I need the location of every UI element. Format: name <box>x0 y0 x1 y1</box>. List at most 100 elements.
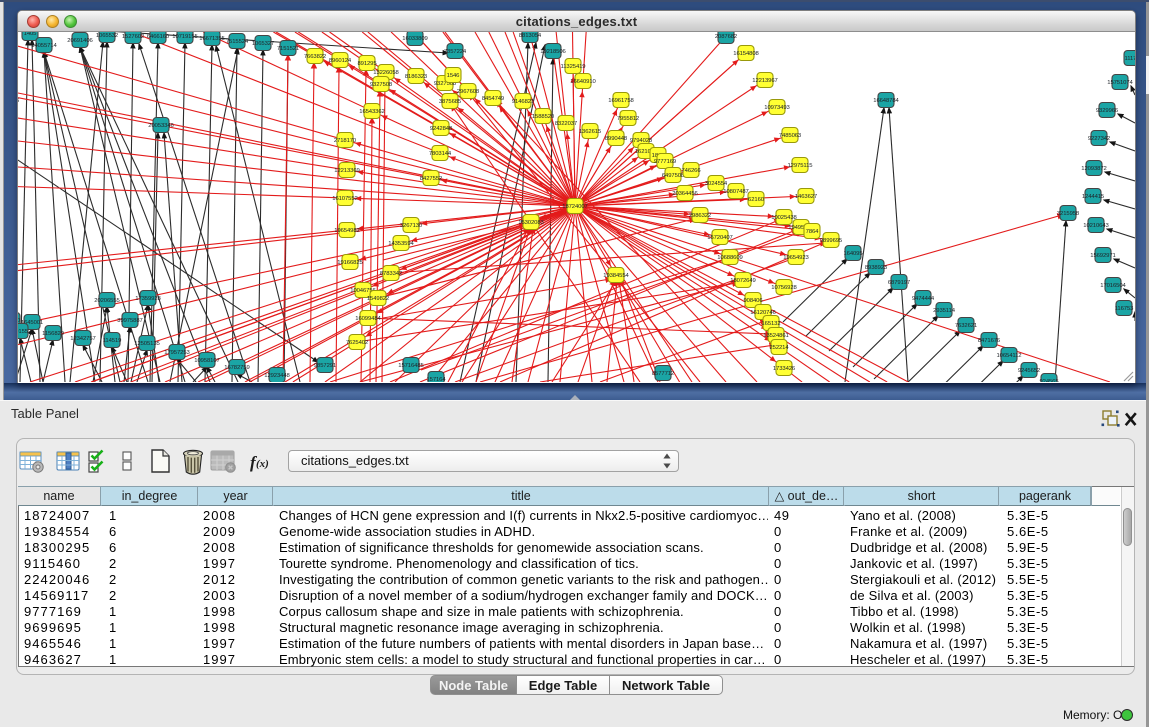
svg-text:7663822: 7663822 <box>304 54 326 60</box>
svg-text:15692971: 15692971 <box>1090 253 1115 259</box>
svg-text:9227342: 9227342 <box>1088 136 1110 142</box>
svg-text:1065327: 1065327 <box>252 41 274 47</box>
svg-text:16033809: 16033809 <box>402 36 427 42</box>
svg-text:12342757: 12342757 <box>70 336 95 342</box>
svg-text:15716485: 15716485 <box>398 363 424 369</box>
svg-text:15751074: 15751074 <box>1107 80 1133 86</box>
svg-text:9899695: 9899695 <box>820 238 843 244</box>
svg-text:12213369: 12213369 <box>334 168 359 174</box>
svg-text:17016504: 17016504 <box>1100 283 1126 289</box>
svg-text:10807487: 10807487 <box>723 189 748 195</box>
svg-text:62160: 62160 <box>748 197 765 203</box>
svg-text:9329966: 9329966 <box>1096 108 1119 114</box>
svg-text:9245652: 9245652 <box>1018 368 1040 374</box>
svg-text:3215958: 3215958 <box>1057 211 1080 217</box>
svg-text:19654923: 19654923 <box>783 255 809 261</box>
svg-text:114519: 114519 <box>103 338 122 344</box>
svg-text:7864: 7864 <box>806 229 820 235</box>
svg-text:16782759: 16782759 <box>224 365 249 371</box>
svg-text:10719155: 10719155 <box>172 34 198 40</box>
svg-text:7625402: 7625402 <box>346 340 368 346</box>
svg-text:7485063: 7485063 <box>779 133 802 139</box>
svg-text:1546: 1546 <box>447 73 461 79</box>
svg-text:908406: 908406 <box>743 298 763 304</box>
svg-text:10210643: 10210643 <box>1083 223 1109 229</box>
svg-text:19218506: 19218506 <box>540 49 566 55</box>
svg-text:18724007: 18724007 <box>562 204 587 210</box>
svg-text:1549822: 1549822 <box>367 296 389 302</box>
svg-text:9474444: 9474444 <box>912 296 935 302</box>
svg-text:2967608: 2967608 <box>457 89 480 95</box>
svg-text:16154808: 16154808 <box>733 51 759 57</box>
svg-text:3024554: 3024554 <box>705 181 728 187</box>
svg-text:8427552: 8427552 <box>420 176 442 182</box>
svg-text:924565: 924565 <box>1039 379 1059 382</box>
svg-text:16671355: 16671355 <box>199 36 225 42</box>
svg-text:12093872: 12093872 <box>1081 166 1106 172</box>
svg-text:8454749: 8454749 <box>482 96 504 102</box>
svg-text:1733426: 1733426 <box>773 366 796 372</box>
svg-text:39975887: 39975887 <box>117 318 142 324</box>
svg-text:8960124: 8960124 <box>329 58 352 64</box>
svg-text:7515524: 7515524 <box>226 39 249 45</box>
svg-text:3267130: 3267130 <box>400 223 423 229</box>
svg-text:7955812: 7955812 <box>617 116 639 122</box>
svg-text:157164: 157164 <box>426 377 446 382</box>
svg-text:891295: 891295 <box>357 61 377 67</box>
svg-text:20691406: 20691406 <box>67 38 93 44</box>
svg-text:3875685: 3875685 <box>439 99 462 105</box>
svg-text:2087682: 2087682 <box>715 34 737 40</box>
svg-text:39155: 39155 <box>18 329 29 335</box>
svg-text:10654112: 10654112 <box>997 353 1022 359</box>
svg-text:9777169: 9777169 <box>654 159 676 165</box>
svg-text:12975115: 12975115 <box>788 163 814 169</box>
svg-text:15302083: 15302083 <box>518 220 544 226</box>
svg-text:14055714: 14055714 <box>31 43 57 49</box>
svg-text:9857291: 9857291 <box>314 363 336 369</box>
svg-text:16648784: 16648784 <box>873 98 899 104</box>
svg-text:8577712: 8577712 <box>652 371 674 377</box>
svg-text:1463627: 1463627 <box>795 194 817 200</box>
svg-text:8471676: 8471676 <box>978 338 1001 344</box>
svg-text:7632621: 7632621 <box>955 323 977 329</box>
svg-text:14353594: 14353594 <box>388 241 414 247</box>
svg-text:17359928: 17359928 <box>135 296 161 302</box>
svg-text:6466160: 6466160 <box>147 34 170 40</box>
svg-text:6879197: 6879197 <box>888 280 910 286</box>
svg-text:7803144: 7803144 <box>429 151 452 157</box>
svg-text:16099484: 16099484 <box>355 316 381 322</box>
svg-text:13524861: 13524861 <box>763 333 788 339</box>
svg-text:12923448: 12923448 <box>264 373 290 379</box>
svg-text:9327508: 9327508 <box>370 82 393 88</box>
svg-text:746266: 746266 <box>681 168 701 174</box>
svg-text:8938923: 8938923 <box>865 265 888 271</box>
svg-text:19166825: 19166825 <box>337 260 363 266</box>
svg-text:10973493: 10973493 <box>764 105 790 111</box>
svg-text:1362615: 1362615 <box>579 129 602 135</box>
svg-text:20364456: 20364456 <box>672 191 698 197</box>
svg-text:12213967: 12213967 <box>752 78 777 84</box>
svg-text:1527602: 1527602 <box>122 34 144 40</box>
svg-text:165132: 165132 <box>761 321 780 327</box>
svg-text:116753: 116753 <box>1115 306 1134 312</box>
svg-text:10688609: 10688609 <box>717 255 742 261</box>
svg-text:1405: 1405 <box>24 32 38 37</box>
svg-text:16961758: 16961758 <box>608 98 634 104</box>
svg-text:7357224: 7357224 <box>444 49 467 55</box>
svg-text:16640910: 16640910 <box>570 79 596 85</box>
svg-text:164095: 164095 <box>843 251 863 257</box>
svg-text:19384554: 19384554 <box>603 273 629 279</box>
svg-text:2986322: 2986322 <box>689 213 711 219</box>
svg-text:11172: 11172 <box>1124 56 1135 62</box>
svg-text:12505135: 12505135 <box>134 341 160 347</box>
svg-text:8783342: 8783342 <box>380 271 402 277</box>
svg-text:18072649: 18072649 <box>730 278 755 284</box>
svg-text:20206555: 20206555 <box>94 298 120 304</box>
svg-text:10958107: 10958107 <box>194 358 219 364</box>
svg-text:(x): (x) <box>256 458 269 470</box>
svg-text:15720407: 15720407 <box>707 235 732 241</box>
svg-text:7151521: 7151521 <box>277 46 299 52</box>
svg-text:1588520: 1588520 <box>532 114 555 120</box>
svg-text:16543362: 16543362 <box>359 109 384 115</box>
svg-text:9146821: 9146821 <box>512 99 534 105</box>
